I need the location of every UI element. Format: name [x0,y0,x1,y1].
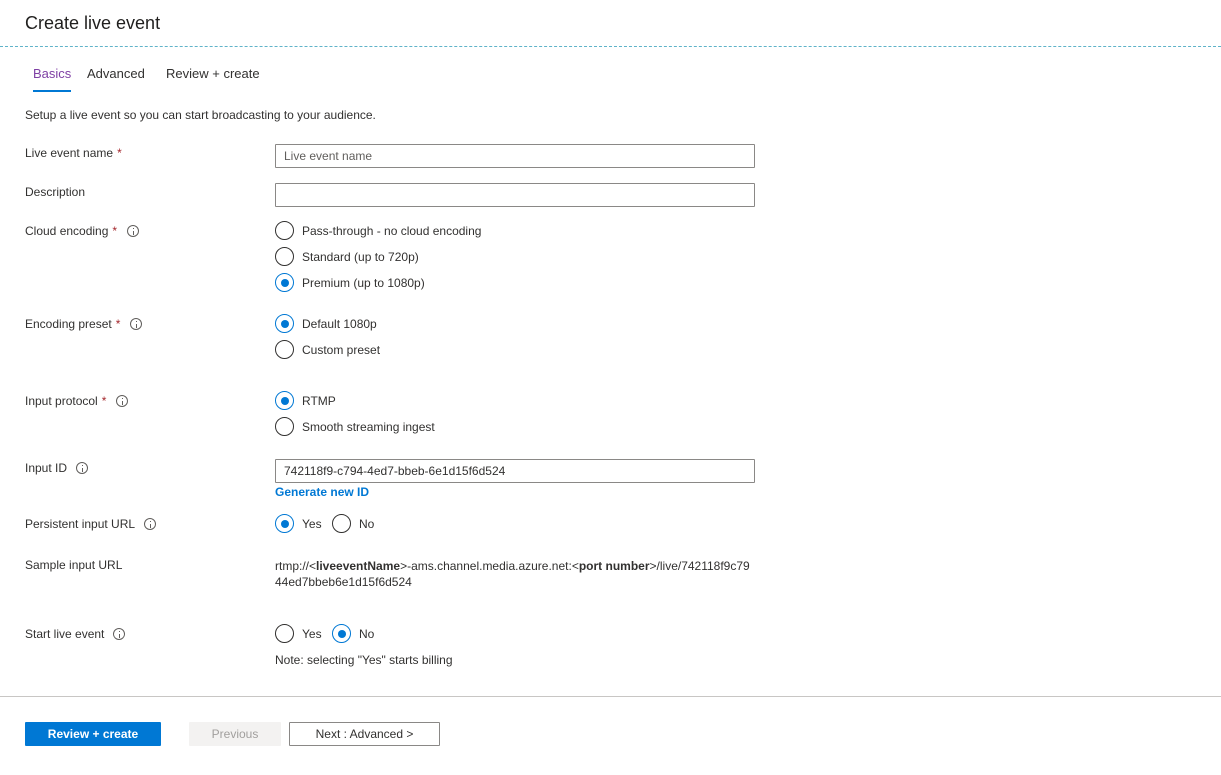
input-id-label: Input ID [25,461,89,475]
radio-label: No [359,626,375,641]
info-icon[interactable] [127,225,140,237]
previous-button[interactable]: Previous [189,722,281,746]
radio-label: Standard (up to 720p) [302,249,419,264]
radio-circle-icon [332,514,351,533]
cloud-encoding-label-text: Cloud encoding [25,224,109,238]
live-event-name-label: Live event name * [25,146,122,160]
description-label-text: Description [25,185,86,199]
page-title: Create live event [25,13,161,33]
generate-new-id-link[interactable]: Generate new ID [275,485,369,499]
radio-label: Pass-through - no cloud encoding [302,223,482,238]
radio-checked-icon [275,391,294,410]
tab-review-create[interactable]: Review + create [166,66,260,92]
persistent-input-url-label: Persistent input URL [25,517,157,531]
live-event-name-label-text: Live event name [25,146,114,160]
radio-persistent-yes[interactable]: Yes [275,514,322,533]
required-mark: * [115,317,121,331]
info-icon[interactable] [144,518,157,530]
info-icon[interactable] [113,628,126,640]
input-protocol-label-text: Input protocol [25,394,98,408]
sample-input-url-label-text: Sample input URL [25,558,123,572]
radio-premium[interactable]: Premium (up to 1080p) [275,273,425,292]
tab-advanced[interactable]: Advanced [87,66,145,92]
radio-checked-icon [275,514,294,533]
url-middle: >-ams.channel.media.azure.net:< [400,559,579,573]
required-mark: * [101,394,107,408]
encoding-preset-label-text: Encoding preset [25,317,112,331]
radio-label: Yes [302,626,322,641]
description-input[interactable] [275,183,755,207]
radio-label: No [359,516,375,531]
required-mark: * [112,224,118,238]
encoding-preset-label: Encoding preset * [25,317,143,331]
info-icon[interactable] [76,462,89,474]
sample-input-url-label: Sample input URL [25,558,122,572]
input-id-label-text: Input ID [25,461,68,475]
radio-default-1080p[interactable]: Default 1080p [275,314,377,333]
intro-text: Setup a live event so you can start broa… [25,108,376,122]
sample-input-url-value: rtmp://<liveeventName>-ams.channel.media… [275,558,755,590]
header-divider [0,46,1221,47]
cloud-encoding-label: Cloud encoding * [25,224,140,238]
radio-start-yes[interactable]: Yes [275,624,322,643]
radio-smooth-streaming[interactable]: Smooth streaming ingest [275,417,435,436]
radio-label: RTMP [302,393,336,408]
start-live-event-label: Start live event [25,627,126,641]
url-liveevent-name: liveeventName [316,559,401,573]
radio-checked-icon [275,273,294,292]
input-id-field[interactable] [275,459,755,483]
radio-persistent-no[interactable]: No [332,514,374,533]
start-live-event-label-text: Start live event [25,627,105,641]
info-icon[interactable] [130,318,143,330]
radio-custom-preset[interactable]: Custom preset [275,340,380,359]
radio-pass-through[interactable]: Pass-through - no cloud encoding [275,221,481,240]
radio-checked-icon [332,624,351,643]
header: Create live event [0,0,1221,48]
persistent-input-url-label-text: Persistent input URL [25,517,136,531]
review-create-button[interactable]: Review + create [25,722,161,746]
radio-label: Yes [302,516,322,531]
url-port-number: port number [578,559,650,573]
radio-label: Premium (up to 1080p) [302,275,425,290]
radio-circle-icon [275,624,294,643]
url-prefix: rtmp://< [275,559,317,573]
info-icon[interactable] [116,395,129,407]
live-event-name-input[interactable] [275,144,755,168]
radio-standard[interactable]: Standard (up to 720p) [275,247,419,266]
input-protocol-label: Input protocol * [25,394,129,408]
tab-basics[interactable]: Basics [33,66,72,92]
description-label: Description [25,185,85,199]
radio-circle-icon [275,340,294,359]
radio-start-no[interactable]: No [332,624,374,643]
billing-note: Note: selecting "Yes" starts billing [275,653,453,667]
next-advanced-button[interactable]: Next : Advanced > [289,722,440,746]
radio-checked-icon [275,314,294,333]
radio-label: Custom preset [302,342,381,357]
radio-label: Default 1080p [302,316,377,331]
radio-circle-icon [275,221,294,240]
radio-rtmp[interactable]: RTMP [275,391,336,410]
radio-circle-icon [275,247,294,266]
footer-divider [0,696,1221,697]
radio-circle-icon [275,417,294,436]
radio-label: Smooth streaming ingest [302,419,435,434]
required-mark: * [117,146,122,160]
